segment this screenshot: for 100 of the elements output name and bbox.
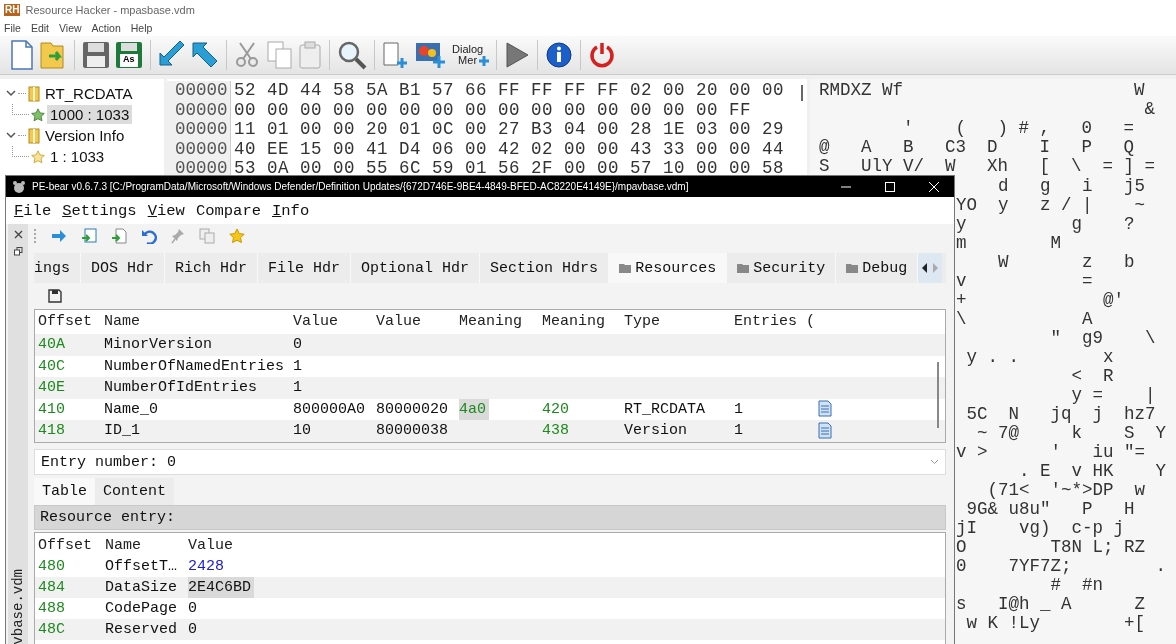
- table-cell-text: 480: [38, 557, 65, 577]
- ascii-text: S UlY V/ W Xh [ \ = ] =: [819, 157, 1157, 176]
- menu-item[interactable]: View: [59, 22, 82, 34]
- table-cell-text: Reserved: [105, 620, 177, 640]
- table-cell-text: 80000020: [376, 399, 448, 420]
- tab[interactable]: Table: [34, 478, 95, 505]
- save-icon[interactable]: [48, 289, 62, 303]
- hex-offset: 00000: [167, 139, 231, 159]
- menu-item[interactable]: Edit: [30, 22, 49, 34]
- undo-icon[interactable]: [141, 228, 157, 244]
- column-header[interactable]: Name: [104, 310, 293, 334]
- column-header[interactable]: Offset: [38, 535, 105, 556]
- dialog-merge-button[interactable]: Dialog Mer: [452, 44, 490, 66]
- tab[interactable]: Resources: [609, 253, 728, 283]
- window-title: Resource Hacker - mpasbase.vdm: [25, 4, 195, 16]
- add-image-icon[interactable]: [415, 41, 447, 69]
- table-cell-text: NumberOfIdEntries: [104, 378, 258, 398]
- table-cell-text: 0: [293, 335, 302, 355]
- table-cell-text: ID_1: [104, 421, 140, 441]
- scroll-left-icon[interactable]: [922, 263, 929, 273]
- ascii-text: < R: [1070, 367, 1115, 386]
- play-icon[interactable]: [504, 41, 531, 69]
- save-as-button[interactable]: As: [115, 41, 143, 69]
- tree-item[interactable]: 1000 : 1033: [47, 105, 133, 124]
- info-icon[interactable]: [545, 41, 574, 69]
- table-cell-text: 0: [188, 599, 197, 619]
- menu-item[interactable]: View: [147, 201, 185, 220]
- column-header[interactable]: Meaning: [459, 310, 542, 334]
- table-cell: 2E4C6BD: [188, 577, 254, 598]
- ascii-text: y = |: [1070, 386, 1157, 405]
- ascii-text: YO y z / | ~: [956, 196, 1147, 215]
- section-header: Resource entry:: [34, 505, 946, 530]
- import-icon[interactable]: [81, 228, 97, 244]
- column-header[interactable]: Name: [105, 535, 188, 556]
- scrollbar-thumb[interactable]: [937, 362, 939, 428]
- table-cell-text: 1: [734, 421, 743, 441]
- folder-icon: [846, 263, 859, 273]
- power-icon[interactable]: [588, 41, 617, 69]
- folder-icon: [28, 127, 40, 144]
- app-icon: [12, 179, 26, 194]
- page-import-icon[interactable]: [111, 228, 127, 244]
- column-header[interactable]: Value: [376, 310, 459, 334]
- menu-item[interactable]: Info: [272, 201, 310, 220]
- arrow-right-icon[interactable]: [51, 229, 67, 243]
- table-cell: 4a0: [459, 398, 489, 420]
- chevron-down-icon[interactable]: [6, 90, 16, 97]
- ascii-text: m M: [956, 234, 1063, 253]
- ascii-text: s I@h _ A Z: [956, 595, 1147, 614]
- column-header[interactable]: Meaning: [542, 310, 624, 334]
- clipboard-icon[interactable]: [298, 41, 322, 69]
- app-logo: RH: [4, 4, 21, 16]
- column-header[interactable]: Offset: [38, 310, 104, 334]
- entry-dropdown[interactable]: Entry number: 0: [34, 449, 946, 475]
- table-cell-text: 0: [188, 620, 197, 640]
- menu-item[interactable]: Compare: [195, 201, 261, 220]
- ascii-text: 5C N jq j hz7: [965, 405, 1157, 424]
- menu-item[interactable]: Action: [91, 22, 121, 34]
- search-icon[interactable]: [337, 40, 367, 70]
- star-icon[interactable]: [229, 228, 245, 244]
- add-page-icon[interactable]: [382, 41, 410, 69]
- open-folder-icon[interactable]: [39, 40, 67, 70]
- new-file-icon[interactable]: [10, 40, 34, 70]
- ascii-text: ~ 7@ k S Y: [976, 424, 1168, 443]
- maximize-icon[interactable]: [884, 180, 896, 193]
- ascii-text: " g9 \: [1049, 329, 1157, 348]
- scrollbar-thumb[interactable]: [801, 85, 803, 101]
- arrow-down-left-icon[interactable]: [158, 41, 186, 69]
- column-header[interactable]: Value: [293, 310, 376, 334]
- ascii-text: . E v HK Y: [1018, 462, 1168, 481]
- column-header[interactable]: Type: [624, 310, 734, 334]
- column-header[interactable]: Entries (: [734, 310, 818, 334]
- ascii-text: + @': [956, 291, 1126, 310]
- hex-bytes: 52 4D 44 58 5A B1 57 66 FF FF FF FF 02 00 20 00 00: [233, 81, 785, 101]
- ascii-text: # #n: [1049, 576, 1105, 595]
- ascii-text: y . . x: [965, 348, 1115, 367]
- hex-bytes: 53 0A 00 00 55 6C 59 01 56 2F 00 00 57 10 00 00 58: [233, 159, 785, 179]
- column-header[interactable]: Value: [188, 535, 945, 556]
- ascii-text: 9G& u8u" P H: [965, 500, 1136, 519]
- menu-item[interactable]: File: [14, 201, 52, 220]
- arrow-up-left-icon[interactable]: [191, 41, 219, 69]
- tab[interactable]: Content: [95, 478, 175, 505]
- table-cell-text: 48C: [38, 620, 65, 640]
- folder-icon: [737, 263, 750, 273]
- ascii-text: O T8N L; RZ: [956, 538, 1147, 557]
- table-cell-text: DataSize: [105, 578, 177, 598]
- menu-item[interactable]: File: [4, 22, 21, 34]
- chevron-down-icon[interactable]: [6, 132, 16, 139]
- tree-item[interactable]: RT_RCDATA: [42, 84, 136, 103]
- menu-item[interactable]: Help: [130, 22, 153, 34]
- tree-item[interactable]: Version Info: [42, 126, 128, 145]
- float-icon[interactable]: [13, 247, 23, 256]
- menu-item[interactable]: Settings: [62, 201, 137, 220]
- close-icon[interactable]: [13, 230, 23, 239]
- table-cell-text: Name_0: [104, 399, 158, 420]
- ascii-text: jI vg) c-p j: [956, 519, 1126, 538]
- tree-item[interactable]: 1 : 1033: [47, 147, 108, 166]
- table-cell-text: 2428: [188, 557, 224, 577]
- table-cell-text: 418: [38, 421, 65, 441]
- hex-bytes: 11 01 00 00 20 01 0C 00 27 B3 04 00 28 1E 03 00 29: [233, 120, 785, 140]
- ascii-text: @ A B C3 D I P Q: [819, 138, 1136, 157]
